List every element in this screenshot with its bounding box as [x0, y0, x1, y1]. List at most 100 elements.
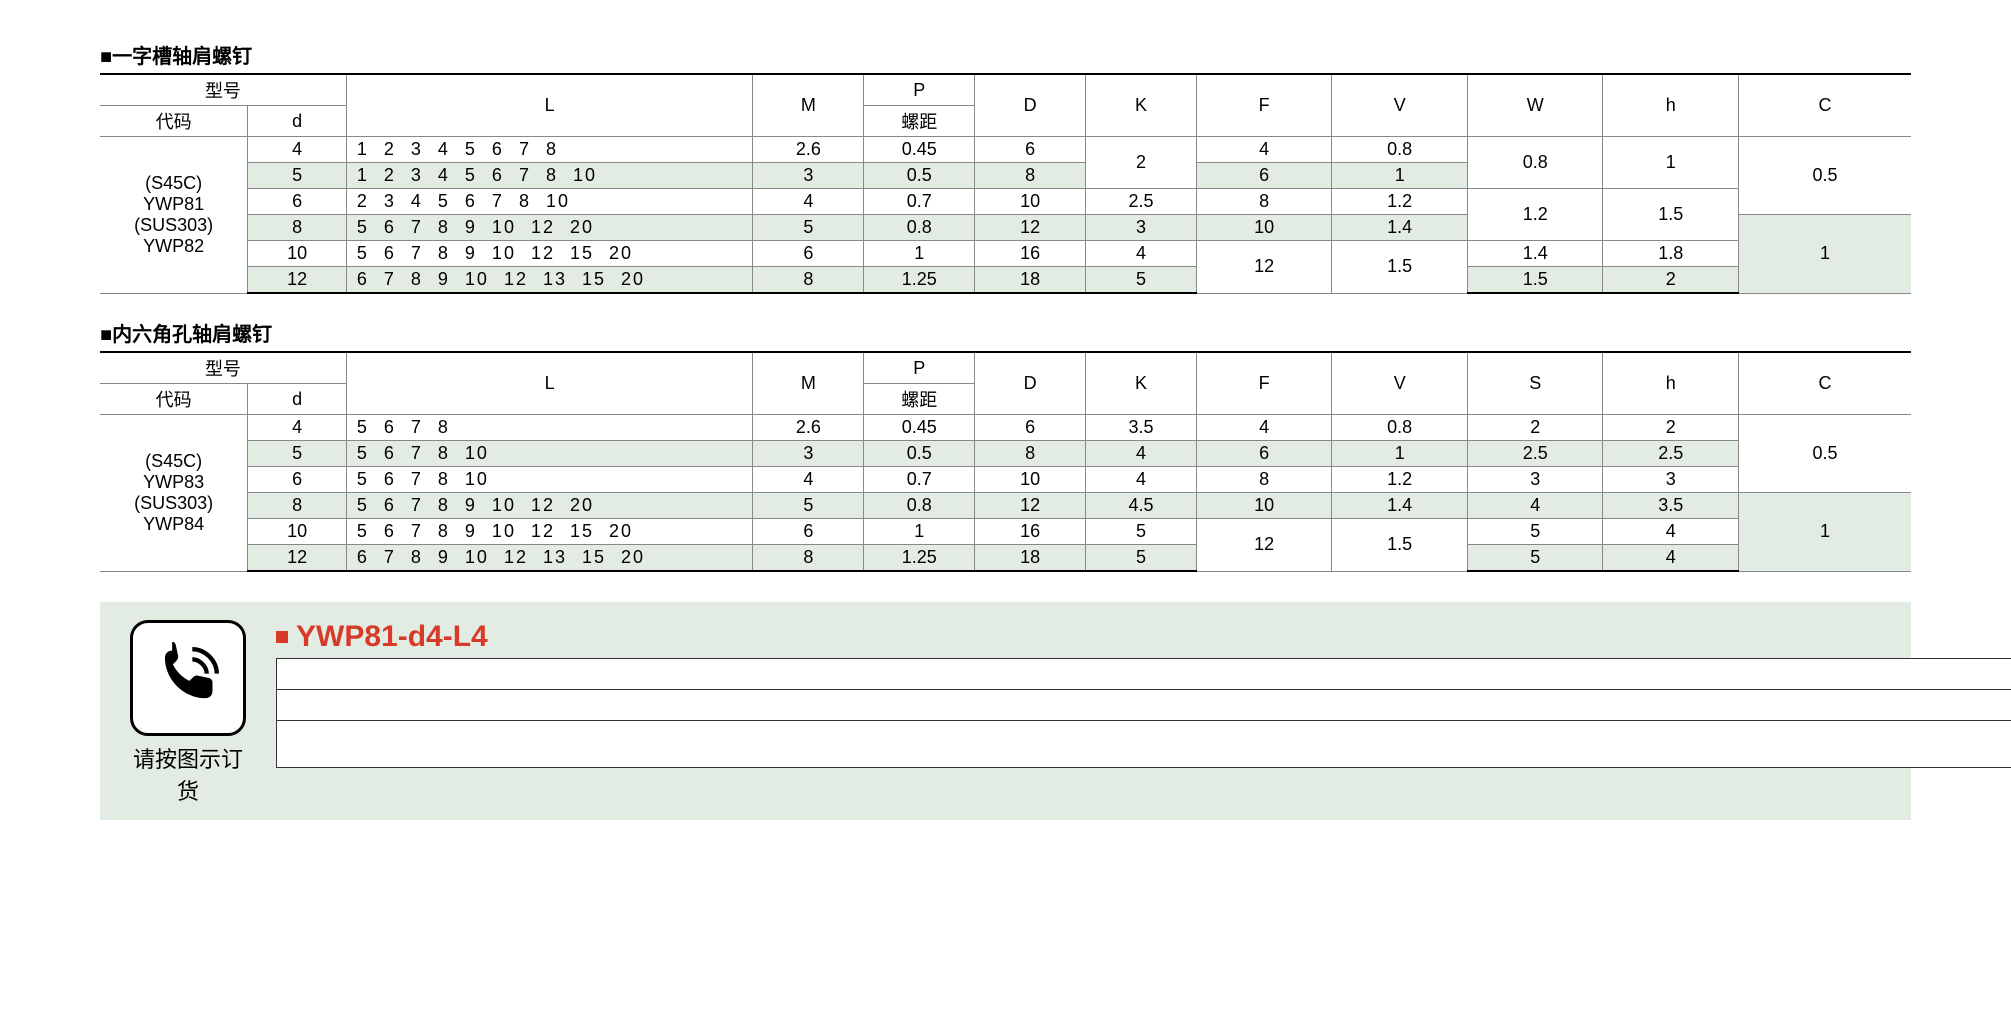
cell: 5 6 7 8 10 [346, 441, 753, 467]
cell: 0.5 [1738, 415, 1911, 493]
cell: 1.2 [1332, 189, 1468, 215]
table2: 型号 L M P D K F V S h C 代码 d 螺距 (S45C) YW… [100, 351, 1911, 572]
th-code: 代码 [100, 106, 248, 137]
cell: 1 [1603, 137, 1739, 189]
table-row: 6 5 6 7 8 10 4 0.7 10 4 8 1.2 3 3 [100, 467, 1911, 493]
model-code-label: (S45C) YWP81 (SUS303) YWP82 [100, 137, 248, 294]
cell: 4 [1603, 519, 1739, 545]
cell: 8 [753, 545, 864, 572]
cell: 8 [975, 163, 1086, 189]
cell: 3 [1086, 215, 1197, 241]
th-model: 型号 [277, 659, 2011, 690]
cell: 1 [1332, 441, 1468, 467]
th-L: L [346, 352, 753, 415]
cell: 10 [248, 519, 347, 545]
cell: 3.5 [1603, 493, 1739, 519]
cell: 1.25 [864, 267, 975, 294]
cell: 4 [248, 137, 347, 163]
cell: 5 [248, 441, 347, 467]
cell: 1.5 [1332, 241, 1468, 294]
cell: 12 [248, 545, 347, 572]
cell: 8 [248, 215, 347, 241]
order-instruction: 请按图示订货 [130, 742, 246, 806]
th-h: h [1603, 352, 1739, 415]
cell: 5 6 7 8 9 10 12 15 20 [346, 519, 753, 545]
cell: 0.45 [864, 415, 975, 441]
cell: 10 [1196, 493, 1332, 519]
cell: 1 [1332, 163, 1468, 189]
cell: 18 [975, 267, 1086, 294]
cell: 4 [1086, 241, 1197, 267]
cell: 16 [975, 519, 1086, 545]
cell: 8 [975, 441, 1086, 467]
cell: 5 [753, 493, 864, 519]
table-row: 12 6 7 8 9 10 12 13 15 20 8 1.25 18 5 1.… [100, 267, 1911, 294]
cell: 2 [1603, 267, 1739, 294]
cell: 0.8 [864, 215, 975, 241]
cell: 3 [753, 163, 864, 189]
phone-block: 请按图示订货 [130, 620, 246, 806]
th-F: F [1196, 74, 1332, 137]
cell: 5 [1086, 519, 1197, 545]
cell: 2.5 [1467, 441, 1603, 467]
cell: 3.5 [1086, 415, 1197, 441]
table-row: 10 5 6 7 8 9 10 12 15 20 6 1 16 4 12 1.5… [100, 241, 1911, 267]
cell: 18 [975, 545, 1086, 572]
cell: 1.25 [864, 545, 975, 572]
cell: 0.5 [864, 441, 975, 467]
th-F: F [1196, 352, 1332, 415]
cell: 0.7 [864, 189, 975, 215]
th-D: D [975, 352, 1086, 415]
cell: 5 [248, 163, 347, 189]
cell: 4 [1603, 545, 1739, 572]
th-model: 型号 [100, 352, 346, 384]
cell: 1.4 [1332, 493, 1468, 519]
cell: 0.7 [864, 467, 975, 493]
th-M: M [753, 74, 864, 137]
cell: 5 [1467, 545, 1603, 572]
cell: 8 [248, 493, 347, 519]
cell: 0.5 [864, 163, 975, 189]
cell: 5 [1086, 545, 1197, 572]
cell: 5 [753, 215, 864, 241]
cell: 1 [1738, 493, 1911, 572]
cell: 4 [248, 415, 347, 441]
cell: 2.6 [753, 415, 864, 441]
table1: 型号 L M P D K F V W h C 代码 d 螺距 (S45C) YW… [100, 73, 1911, 294]
th-K: K [1086, 74, 1197, 137]
cell: 4 [1086, 441, 1197, 467]
th-M: M [753, 352, 864, 415]
th-V: V [1332, 352, 1468, 415]
cell: 1 [1738, 215, 1911, 294]
th-V: V [1332, 74, 1468, 137]
cell: 5 6 7 8 [346, 415, 753, 441]
cell: 12 [1196, 519, 1332, 572]
cell: 4 [753, 467, 864, 493]
cell: 3 [1603, 467, 1739, 493]
cell: 1.2 [1467, 189, 1603, 241]
cell: 10 [975, 189, 1086, 215]
cell: 5 6 7 8 10 [346, 467, 753, 493]
th-C: C [1738, 352, 1911, 415]
th-d: d [248, 384, 347, 415]
table2-title: ■内六角孔轴肩螺钉 [100, 318, 1911, 347]
cell: 6 [753, 519, 864, 545]
table-row: 6 2 3 4 5 6 7 8 10 4 0.7 10 2.5 8 1.2 1.… [100, 189, 1911, 215]
cell: 4 [1086, 467, 1197, 493]
cell: 8 [753, 267, 864, 294]
cell: 3 [753, 441, 864, 467]
cell: 16 [975, 241, 1086, 267]
cell: 6 [975, 415, 1086, 441]
th-h: h [1603, 74, 1739, 137]
cell: YWP81 [277, 721, 2011, 768]
cell: 10 [248, 241, 347, 267]
th-d: d [248, 106, 347, 137]
cell: 5 6 7 8 9 10 12 20 [346, 215, 753, 241]
cell: 2 3 4 5 6 7 8 10 [346, 189, 753, 215]
cell: 6 [248, 189, 347, 215]
cell: 0.8 [864, 493, 975, 519]
example-table-1: 型号 L 代码 d YWP81 4 1 2 3 4 5 6 7 8 [276, 658, 2011, 768]
cell: 6 7 8 9 10 12 13 15 20 [346, 267, 753, 294]
th-P: P [864, 74, 975, 106]
cell: 4 [1196, 137, 1332, 163]
